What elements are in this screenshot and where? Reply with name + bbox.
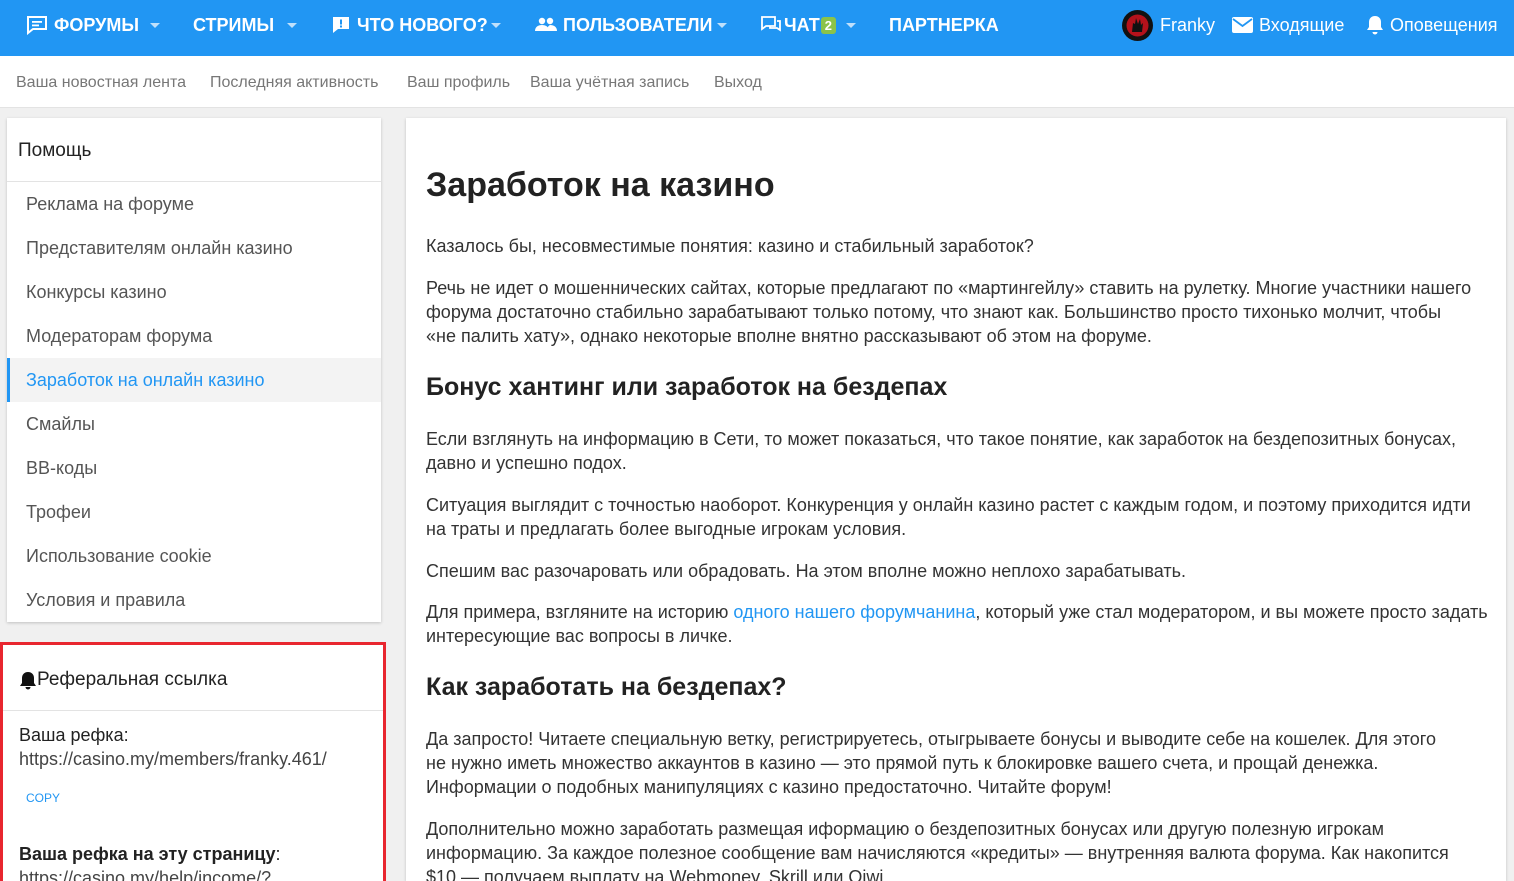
- paragraph-line: информацию. За каждое полезное сообщение…: [426, 843, 1449, 863]
- paragraph-line: на траты и предлагать более выгодные игр…: [426, 519, 907, 539]
- chat-icon: [760, 15, 782, 35]
- sidebar-item-casino-income[interactable]: Заработок на онлайн казино: [7, 358, 381, 402]
- paragraph-line: не нужно иметь множество аккаунтов в каз…: [426, 753, 1379, 773]
- paragraph-line: Казалось бы, несовместимые понятия: кази…: [426, 236, 1034, 256]
- paragraph-line: «не палить хату», однако некоторые вполн…: [426, 326, 1152, 346]
- subnav-news-feed[interactable]: Ваша новостная лента: [16, 74, 186, 92]
- nav-user[interactable]: Franky: [1122, 0, 1215, 50]
- nav-whats-new[interactable]: ЧТО НОВОГО?: [331, 0, 488, 50]
- sidebar-item-smilies[interactable]: Смайлы: [7, 402, 381, 446]
- text-segment: Для примера, взгляните на историю: [426, 602, 734, 622]
- nav-forums-label: ФОРУМЫ: [54, 14, 139, 35]
- bell-icon: [19, 671, 37, 690]
- paragraph-line: Да запросто! Читаете специальную ветку, …: [426, 729, 1436, 749]
- help-sidebar: Помощь Реклама на форуме Представителям …: [7, 118, 381, 622]
- top-navigation: ФОРУМЫ СТРИМЫ ЧТО НОВОГО? ПОЛЬЗОВАТЕЛИ Ч…: [0, 0, 1514, 56]
- section-heading: Как заработать на бездепах?: [426, 673, 787, 701]
- divider: [3, 710, 383, 711]
- forum-icon: [26, 15, 48, 35]
- avatar: [1122, 9, 1153, 41]
- chevron-down-icon[interactable]: [844, 19, 858, 31]
- sidebar-item-casino-contests[interactable]: Конкурсы казино: [7, 270, 381, 314]
- nav-partner[interactable]: ПАРТНЕРКА: [889, 0, 999, 50]
- nav-streams-label: СТРИМЫ: [193, 14, 275, 35]
- text-segment: , который уже стал модератором, и вы мож…: [975, 602, 1488, 622]
- sidebar-item-advertising[interactable]: Реклама на форуме: [7, 182, 381, 226]
- copy-button[interactable]: COPY: [26, 791, 60, 805]
- sidebar-item-cookies[interactable]: Использование cookie: [7, 534, 381, 578]
- forum-member-link[interactable]: одного нашего форумчанина: [733, 602, 975, 622]
- paragraph-line: Ситуация выглядит с точностью наоборот. …: [426, 495, 1471, 515]
- users-icon: [535, 17, 557, 33]
- paragraph: Спешим вас разочаровать или обрадовать. …: [426, 559, 1490, 583]
- paragraph-line: Для примера, взгляните на историю одного…: [426, 600, 1490, 624]
- nav-users[interactable]: ПОЛЬЗОВАТЕЛИ: [535, 0, 712, 50]
- mail-icon: [1232, 17, 1253, 33]
- help-title: Помощь: [18, 140, 92, 161]
- alerts-label: Оповещения: [1390, 14, 1498, 35]
- paragraph: Если взглянуть на информацию в Сети, то …: [426, 427, 1490, 475]
- sidebar-item-moderators[interactable]: Модераторам форума: [7, 314, 381, 358]
- nav-streams[interactable]: СТРИМЫ: [193, 0, 274, 50]
- page-ref-label: Ваша рефка на эту страницу:: [19, 844, 281, 864]
- page-ref-label-text: Ваша рефка на эту страницу: [19, 844, 276, 864]
- paragraph: Для примера, взгляните на историю одного…: [426, 600, 1490, 648]
- paragraph-line: давно и успешно подох.: [426, 453, 627, 473]
- inbox-label: Входящие: [1259, 14, 1345, 35]
- subnav-logout[interactable]: Выход: [714, 74, 762, 92]
- page-title: Заработок на казино: [426, 166, 775, 204]
- page-ref-url: https://casino.my/help/income/?: [19, 868, 272, 881]
- paragraph-line: интересующие вас вопросы в личке.: [426, 626, 733, 646]
- nav-users-label: ПОЛЬЗОВАТЕЛИ: [563, 14, 713, 35]
- chevron-down-icon[interactable]: [715, 19, 729, 31]
- subnav-your-account[interactable]: Ваша учётная запись: [530, 74, 689, 92]
- paragraph-line: Спешим вас разочаровать или обрадовать. …: [426, 561, 1186, 581]
- your-ref-label-text: Ваша рефка: [19, 725, 124, 745]
- nav-forums[interactable]: ФОРУМЫ: [26, 0, 139, 50]
- paragraph-line: $10 — получаем выплату на Webmoney, Skri…: [426, 867, 889, 881]
- chevron-down-icon[interactable]: [148, 19, 162, 31]
- sub-navigation: Ваша новостная лента Последняя активност…: [0, 56, 1514, 108]
- article-content: Заработок на казино Казалось бы, несовме…: [406, 118, 1506, 881]
- nav-inbox[interactable]: Входящие: [1232, 0, 1344, 50]
- paragraph: Дополнительно можно заработать размещая …: [426, 817, 1490, 881]
- nav-partner-label: ПАРТНЕРКА: [889, 14, 999, 35]
- paragraph: Ситуация выглядит с точностью наоборот. …: [426, 493, 1490, 541]
- paragraph-line: Информации о подобных манипуляциях с каз…: [426, 777, 1112, 797]
- paragraph-line: Дополнительно можно заработать размещая …: [426, 819, 1385, 839]
- subnav-recent-activity[interactable]: Последняя активность: [210, 74, 378, 92]
- referral-title: Реферальная ссылка: [19, 669, 227, 691]
- your-ref-label: Ваша рефка:: [19, 725, 129, 745]
- chevron-down-icon[interactable]: [285, 19, 299, 31]
- chat-badge: 2: [820, 16, 836, 34]
- sidebar-item-terms[interactable]: Условия и правила: [7, 578, 381, 622]
- paragraph-line: форума достаточно стабильно зарабатывают…: [426, 302, 1442, 322]
- section-heading: Бонус хантинг или заработок на бездепах: [426, 373, 948, 401]
- alert-square-icon: [331, 15, 351, 35]
- nav-whats-new-label: ЧТО НОВОГО?: [357, 14, 488, 35]
- sidebar-item-trophies[interactable]: Трофеи: [7, 490, 381, 534]
- nav-chat[interactable]: ЧАТ 2: [760, 0, 836, 50]
- paragraph: Да запросто! Читаете специальную ветку, …: [426, 727, 1490, 799]
- your-ref-url: https://casino.my/members/franky.461/: [19, 749, 327, 769]
- nav-chat-label: ЧАТ: [784, 14, 820, 35]
- referral-block: Реферальная ссылка Ваша рефка: https://c…: [0, 642, 386, 881]
- paragraph-line: Если взглянуть на информацию в Сети, то …: [426, 429, 1457, 449]
- referral-title-text: Реферальная ссылка: [37, 669, 228, 690]
- sidebar-item-casino-representatives[interactable]: Представителям онлайн казино: [7, 226, 381, 270]
- paragraph-line: Речь не идет о мошеннических сайтах, кот…: [426, 278, 1472, 298]
- bell-icon: [1366, 15, 1384, 35]
- username: Franky: [1160, 14, 1216, 35]
- subnav-your-profile[interactable]: Ваш профиль: [407, 74, 510, 92]
- paragraph: Речь не идет о мошеннических сайтах, кот…: [426, 276, 1490, 348]
- sidebar-item-bb-codes[interactable]: BB-коды: [7, 446, 381, 490]
- chevron-down-icon[interactable]: [489, 19, 503, 31]
- paragraph: Казалось бы, несовместимые понятия: кази…: [426, 234, 1490, 258]
- nav-alerts[interactable]: Оповещения: [1366, 0, 1498, 50]
